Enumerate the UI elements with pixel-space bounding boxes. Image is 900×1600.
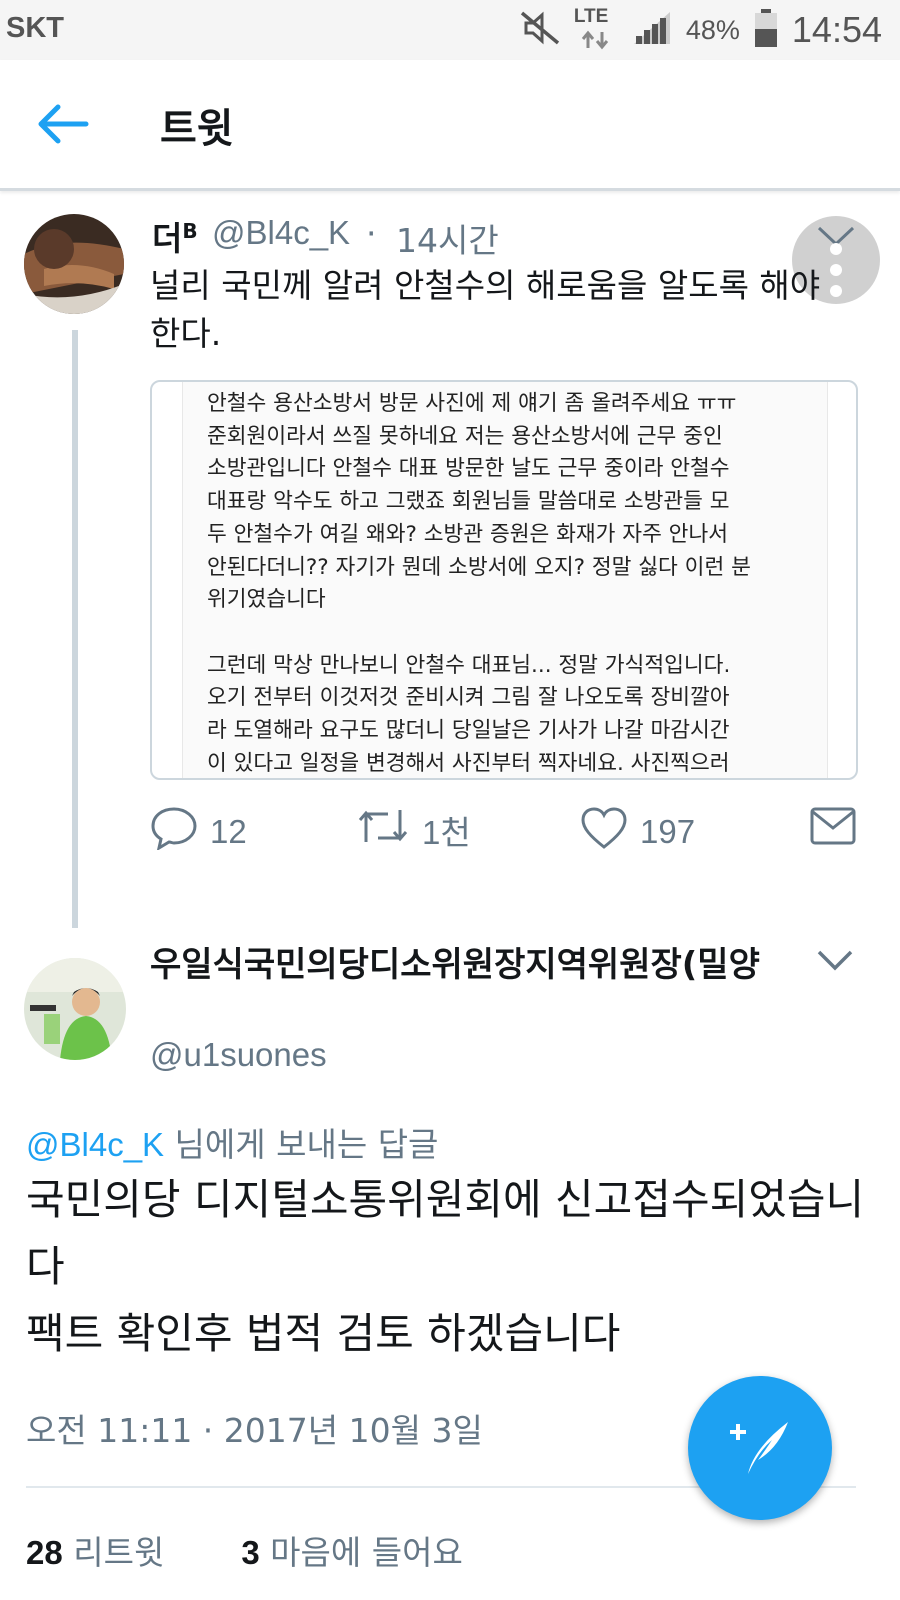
retweet-icon	[356, 806, 410, 854]
battery-percent: 48%	[685, 14, 740, 45]
retweet-button[interactable]: 1천	[356, 806, 471, 854]
tweet-text: 널리 국민께 알려 안철수의 해로움을 알도록 해야 한다.	[150, 266, 821, 353]
tweet-options-button[interactable]	[816, 946, 854, 974]
carrier-label: SKT	[6, 12, 64, 44]
compose-feather-icon	[728, 1418, 792, 1482]
signal-icon	[632, 10, 672, 50]
reply-count: 12	[210, 813, 247, 850]
reply-text-line: 팩트 확인후 법적 검토 하겠습니다	[26, 1309, 621, 1358]
image-text: 안철수 용산소방서 방문 사진에 제 얘기 좀 올려주세요 ㅠㅠ 준회원이라서 …	[207, 391, 751, 776]
arrow-left-icon	[36, 104, 90, 150]
like-button[interactable]: 197	[580, 806, 695, 858]
avatar[interactable]	[24, 214, 124, 314]
clock: 14:54	[791, 9, 882, 50]
reply-text-line: 국민의당 디지털소통위원회에 신고접수되었습니다	[26, 1175, 865, 1291]
reply-author-name[interactable]: 우일식국민의당디소위원장지역위원장(밀양	[150, 942, 800, 988]
like-count: 197	[640, 813, 696, 850]
compose-tweet-button[interactable]	[688, 1376, 832, 1520]
chevron-down-icon	[816, 950, 854, 978]
speech-bubble-icon	[150, 806, 198, 858]
battery-icon	[754, 8, 778, 52]
tweet-image[interactable]: 안철수 용산소방서 방문 사진에 제 얘기 좀 올려주세요 ㅠㅠ 준회원이라서 …	[150, 380, 858, 780]
tweet-time: 14시간	[396, 221, 499, 260]
status-bar: SKT LTE 48% 14:54	[0, 0, 900, 60]
tweet-author-handle[interactable]: @Bl4c_K	[212, 214, 350, 252]
retweet-stat[interactable]: 28 리트윗	[26, 1533, 164, 1572]
mute-icon	[520, 11, 560, 49]
status-icons: LTE 48% 14:54	[520, 6, 882, 52]
envelope-icon	[810, 806, 856, 854]
like-stat[interactable]: 3 마음에 들어요	[241, 1533, 463, 1572]
direct-message-button[interactable]	[810, 806, 856, 854]
back-button[interactable]	[36, 102, 90, 146]
reply-author-handle[interactable]: @u1suones	[150, 1036, 327, 1074]
heart-icon	[580, 806, 628, 858]
thread-connector	[72, 330, 78, 928]
reply-text: 국민의당 디지털소통위원회에 신고접수되었습니다 팩트 확인후 법적 검토 하겠…	[26, 1166, 866, 1367]
separator-dot: ·	[366, 214, 377, 253]
image-screenshot: 안철수 용산소방서 방문 사진에 제 얘기 좀 올려주세요 ㅠㅠ 준회원이라서 …	[182, 382, 828, 778]
retweet-count: 1천	[422, 814, 471, 851]
lte-icon: LTE	[574, 6, 618, 52]
tweet-actions: 12 1천 197	[150, 806, 870, 856]
reply-button[interactable]: 12	[150, 806, 247, 858]
tweet-author-name[interactable]: 더B	[152, 212, 198, 260]
page-title: 트윗	[160, 106, 234, 152]
replying-to: @Bl4c_K 님에게 보내는 답글	[26, 1125, 439, 1164]
tweet-timestamp: 오전 11:11 · 2017년 10월 3일	[26, 1411, 483, 1450]
mention-link[interactable]: @Bl4c_K	[26, 1126, 164, 1163]
avatar[interactable]	[24, 958, 126, 1060]
app-header: 트윗	[0, 60, 900, 191]
tweet-stats: 28 리트윗 3 마음에 들어요	[26, 1526, 463, 1574]
